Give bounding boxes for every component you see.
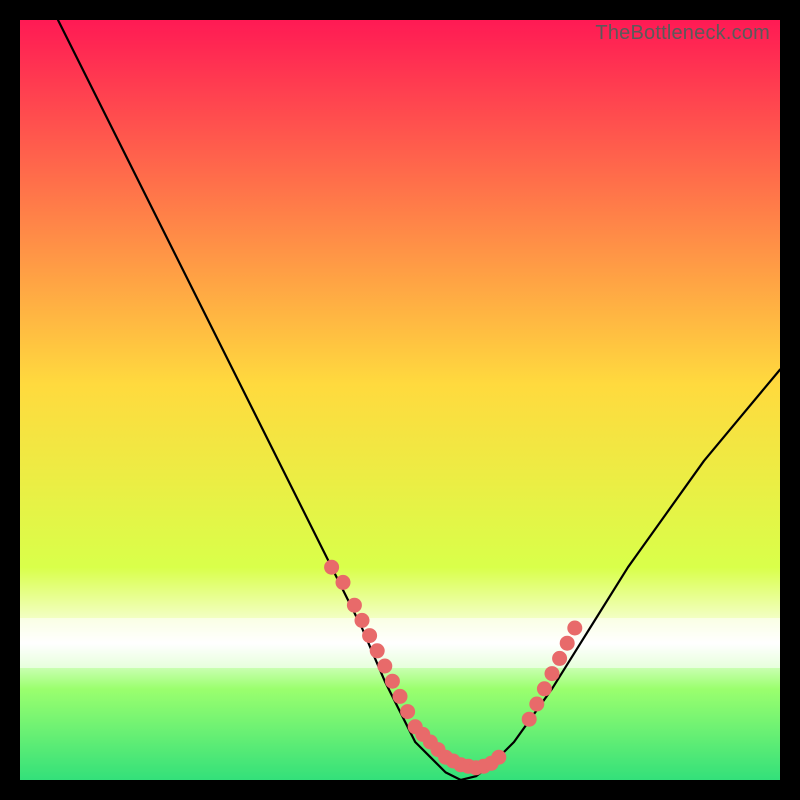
data-marker — [567, 621, 582, 636]
data-marker — [377, 659, 392, 674]
data-marker — [385, 674, 400, 689]
data-marker — [362, 628, 377, 643]
data-marker — [545, 666, 560, 681]
data-marker — [336, 575, 351, 590]
bottleneck-chart — [20, 20, 780, 780]
data-marker — [400, 704, 415, 719]
data-marker — [552, 651, 567, 666]
watermark-text: TheBottleneck.com — [595, 22, 770, 45]
data-marker — [393, 689, 408, 704]
data-marker — [522, 712, 537, 727]
data-marker — [355, 613, 370, 628]
chart-frame: TheBottleneck.com — [20, 20, 780, 780]
data-marker — [324, 560, 339, 575]
data-marker — [537, 681, 552, 696]
data-marker — [370, 643, 385, 658]
data-marker — [347, 598, 362, 613]
data-marker — [560, 636, 575, 651]
data-marker — [529, 697, 544, 712]
chart-svg-wrap — [20, 20, 780, 780]
data-marker — [491, 750, 506, 765]
light-band — [20, 618, 780, 668]
